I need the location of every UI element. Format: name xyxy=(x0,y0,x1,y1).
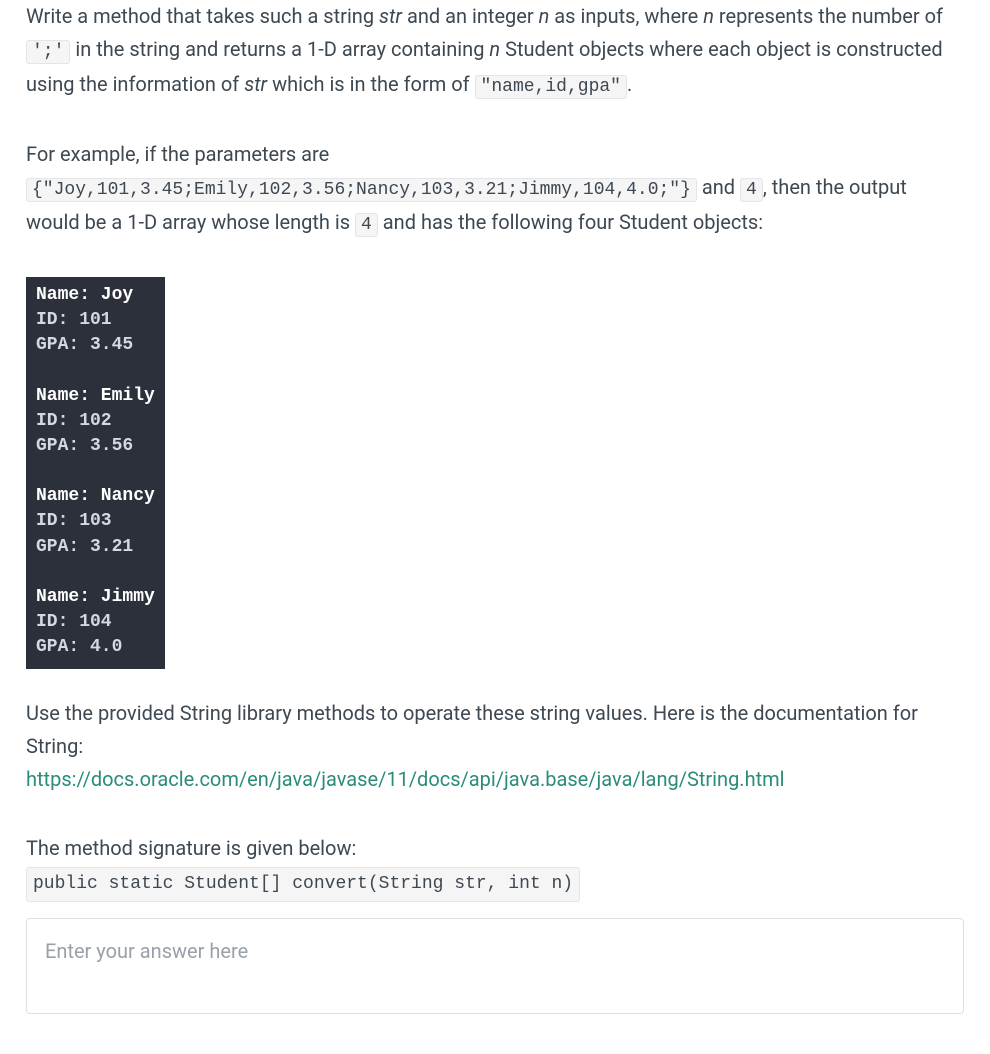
text: Use the provided String library methods … xyxy=(26,701,918,758)
code-four: 4 xyxy=(355,213,378,237)
console-output: Name: Joy ID: 101 GPA: 3.45 Name: Emily … xyxy=(26,277,165,669)
code-semicolon: ';' xyxy=(26,40,70,64)
text: represents the number of xyxy=(714,4,943,28)
text: and has the following four Student objec… xyxy=(378,210,763,234)
instruction-paragraph-4: The method signature is given below: pub… xyxy=(26,832,964,903)
instruction-paragraph-1: Write a method that takes such a string … xyxy=(26,0,964,102)
var-n: n xyxy=(489,37,500,61)
text: in the string and returns a 1-D array co… xyxy=(70,37,489,61)
text: as inputs, where xyxy=(549,4,703,28)
text: which is in the form of xyxy=(267,72,474,96)
instruction-paragraph-3: Use the provided String library methods … xyxy=(26,697,964,796)
text: Write a method that takes such a string xyxy=(26,4,379,28)
text: . xyxy=(627,72,632,96)
text: and xyxy=(697,175,740,199)
code-format: "name,id,gpa" xyxy=(475,75,627,99)
var-n: n xyxy=(539,4,550,28)
code-four: 4 xyxy=(740,178,763,202)
method-signature: public static Student[] convert(String s… xyxy=(26,867,580,903)
code-example-input: {"Joy,101,3.45;Emily,102,3.56;Nancy,103,… xyxy=(26,178,697,202)
var-str: str xyxy=(379,4,402,28)
text: and an integer xyxy=(402,4,539,28)
answer-input[interactable] xyxy=(26,918,964,1014)
var-n: n xyxy=(703,4,714,28)
instruction-paragraph-2: For example, if the parameters are {"Joy… xyxy=(26,138,964,240)
text: For example, if the parameters are xyxy=(26,142,329,166)
var-str: str xyxy=(244,72,267,96)
text: The method signature is given below: xyxy=(26,836,356,860)
string-doc-link[interactable]: https://docs.oracle.com/en/java/javase/1… xyxy=(26,767,785,791)
